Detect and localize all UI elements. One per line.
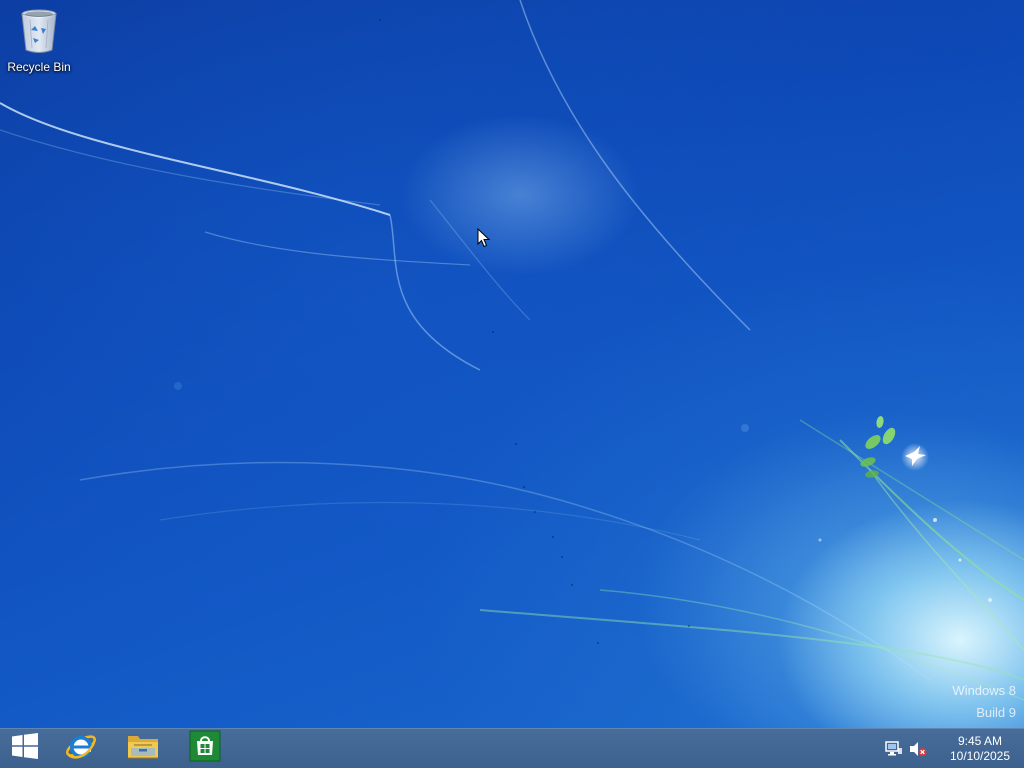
start-button[interactable] — [0, 729, 50, 768]
taskbar-file-explorer-button[interactable] — [117, 729, 169, 768]
desktop[interactable]: Recycle Bin Windows 8 Build 9 — [0, 0, 1024, 728]
watermark-line-1: Windows 8 — [952, 683, 1016, 698]
network-icon[interactable] — [884, 739, 904, 759]
windows-logo-icon — [12, 733, 38, 764]
watermark-line-2: Build 9 — [976, 705, 1016, 720]
windows-watermark: Windows 8 Build 9 — [896, 680, 1016, 724]
taskbar-clock[interactable]: 9:45 AM 10/10/2025 — [942, 734, 1018, 764]
recycle-bin-shortcut[interactable]: Recycle Bin — [4, 4, 74, 76]
clock-date: 10/10/2025 — [949, 748, 1011, 763]
taskbar-store-button[interactable] — [179, 729, 231, 768]
folder-icon — [126, 731, 160, 766]
clock-time: 9:45 AM — [957, 733, 1003, 748]
store-icon — [189, 730, 221, 767]
system-tray: 9:45 AM 10/10/2025 — [884, 729, 1024, 768]
mouse-cursor-icon — [477, 228, 491, 248]
wallpaper-art — [0, 0, 1024, 701]
recycle-bin-label: Recycle Bin — [7, 60, 71, 74]
volume-muted-icon[interactable] — [908, 739, 928, 759]
taskbar-internet-explorer-button[interactable] — [55, 729, 107, 768]
internet-explorer-icon — [64, 729, 98, 768]
taskbar: 9:45 AM 10/10/2025 — [0, 728, 1024, 768]
recycle-bin-icon — [19, 6, 59, 56]
